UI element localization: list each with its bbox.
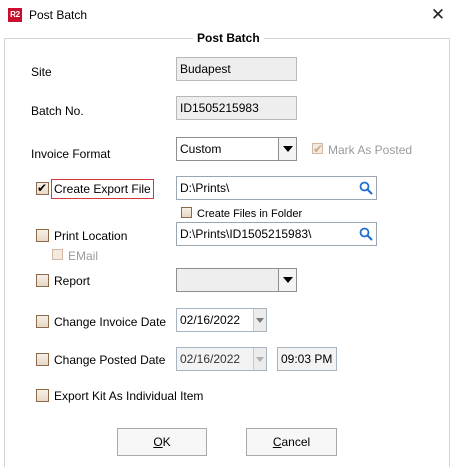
export-kit-checkbox[interactable] xyxy=(36,389,49,402)
export-path-field[interactable]: D:\Prints\ xyxy=(176,176,377,200)
search-icon[interactable] xyxy=(359,227,373,241)
print-location-label: Print Location xyxy=(54,229,128,243)
site-label: Site xyxy=(31,65,52,79)
change-invoice-date-checkbox[interactable] xyxy=(36,315,49,328)
calendar-dropdown-icon[interactable] xyxy=(253,309,266,331)
ok-hotkey: O xyxy=(153,435,163,449)
invoice-date-value: 02/16/2022 xyxy=(180,313,241,327)
report-select[interactable] xyxy=(176,268,297,292)
ok-label-rest: K xyxy=(162,435,171,449)
batch-no-label: Batch No. xyxy=(31,104,84,118)
invoice-format-label: Invoice Format xyxy=(31,147,111,161)
export-kit-label: Export Kit As Individual Item xyxy=(54,389,204,403)
email-checkbox[interactable] xyxy=(52,249,63,260)
ok-button[interactable]: OK xyxy=(117,428,207,456)
create-export-file-focus[interactable]: Create Export File xyxy=(51,179,154,199)
chevron-down-icon[interactable] xyxy=(278,269,296,291)
invoice-format-value: Custom xyxy=(180,142,222,156)
app-logo-icon: R2 xyxy=(8,8,22,22)
change-posted-date-checkbox[interactable] xyxy=(36,353,49,366)
close-icon[interactable]: ✕ xyxy=(426,5,450,25)
calendar-dropdown-icon[interactable] xyxy=(253,348,266,370)
posted-time-field[interactable]: 09:03 PM xyxy=(277,347,337,371)
invoice-date-picker[interactable]: 02/16/2022 xyxy=(176,308,267,332)
posted-date-value: 02/16/2022 xyxy=(180,352,241,366)
print-location-path-field[interactable]: D:\Prints\ID1505215983\ xyxy=(176,222,377,246)
report-checkbox[interactable] xyxy=(36,274,49,287)
create-files-in-folder-checkbox[interactable] xyxy=(181,207,192,218)
search-icon[interactable] xyxy=(359,181,373,195)
report-label: Report xyxy=(54,274,91,288)
email-label: EMail xyxy=(68,249,99,263)
group-title: Post Batch xyxy=(193,31,264,45)
cancel-button[interactable]: Cancel xyxy=(246,428,337,456)
batch-no-field: ID1505215983 xyxy=(176,96,297,120)
change-posted-date-label: Change Posted Date xyxy=(54,353,166,367)
print-location-path-value: D:\Prints\ID1505215983\ xyxy=(180,227,312,241)
window-title: Post Batch xyxy=(29,8,88,22)
invoice-format-select[interactable]: Custom xyxy=(176,137,297,161)
chevron-down-icon[interactable] xyxy=(278,138,296,160)
create-export-file-checkbox[interactable] xyxy=(36,180,49,196)
create-files-in-folder-label: Create Files in Folder xyxy=(197,208,303,220)
create-export-file-label: Create Export File xyxy=(54,182,151,196)
mark-as-posted-checkbox[interactable] xyxy=(312,141,323,157)
posted-date-picker[interactable]: 02/16/2022 xyxy=(176,347,267,371)
cancel-label-rest: ancel xyxy=(281,435,311,449)
change-invoice-date-label: Change Invoice Date xyxy=(54,315,167,329)
site-field: Budapest xyxy=(176,57,297,81)
print-location-checkbox[interactable] xyxy=(36,229,49,242)
export-path-value: D:\Prints\ xyxy=(180,181,230,195)
posted-time-value: 09:03 PM xyxy=(281,352,333,366)
mark-as-posted-label: Mark As Posted xyxy=(328,143,413,157)
